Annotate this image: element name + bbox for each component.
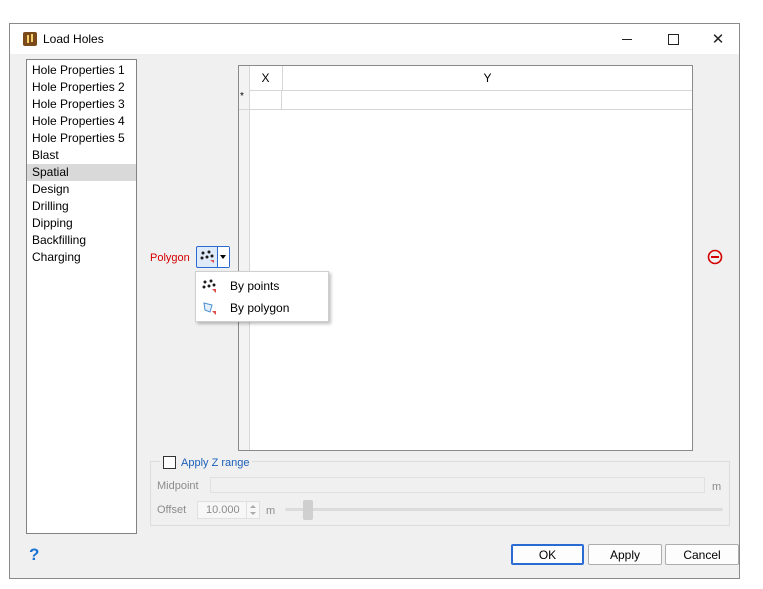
window-title: Load Holes	[43, 32, 104, 46]
new-row-cell-x[interactable]	[249, 90, 282, 109]
column-header-y[interactable]: Y	[283, 66, 692, 90]
midpoint-field[interactable]	[210, 477, 705, 493]
offset-value: 10.000	[206, 504, 240, 516]
offset-slider-thumb[interactable]	[303, 500, 313, 520]
maximize-button[interactable]	[650, 24, 696, 54]
chevron-down-icon[interactable]	[217, 247, 229, 267]
cancel-button[interactable]: Cancel	[665, 544, 739, 565]
menu-item-label: By points	[230, 279, 280, 293]
coordinates-table[interactable]: X Y *	[238, 65, 693, 451]
midpoint-label: Midpoint	[157, 480, 199, 492]
sidebar-item-blast[interactable]: Blast	[27, 147, 136, 164]
apply-z-range-checkbox[interactable]: Apply Z range	[160, 456, 253, 469]
polygon-mode-menu: By points By polygon	[195, 271, 329, 322]
offset-slider-track[interactable]	[285, 508, 723, 511]
checkbox-box[interactable]	[163, 456, 176, 469]
sidebar-item-charging[interactable]: Charging	[27, 249, 136, 266]
sidebar-item-hole-properties-3[interactable]: Hole Properties 3	[27, 96, 136, 113]
apply-button[interactable]: Apply	[588, 544, 662, 565]
by-polygon-icon	[203, 302, 216, 315]
sidebar-item-design[interactable]: Design	[27, 181, 136, 198]
polygon-label: Polygon	[150, 252, 190, 264]
sidebar-item-spatial[interactable]: Spatial	[27, 164, 136, 181]
sidebar-item-dipping[interactable]: Dipping	[27, 215, 136, 232]
load-holes-dialog: Load Holes ✕ Hole Properties 1 Hole Prop…	[9, 23, 740, 579]
offset-unit: m	[266, 505, 276, 517]
apply-z-range-label[interactable]: Apply Z range	[181, 457, 249, 469]
close-button[interactable]: ✕	[695, 24, 741, 54]
sidebar-item-hole-properties-5[interactable]: Hole Properties 5	[27, 130, 136, 147]
midpoint-unit: m	[712, 481, 722, 493]
minimize-button[interactable]	[604, 24, 650, 54]
help-icon[interactable]: ?	[29, 545, 39, 565]
offset-spinbox[interactable]: 10.000	[197, 501, 260, 519]
row-header-column	[239, 66, 250, 450]
sidebar-item-hole-properties-2[interactable]: Hole Properties 2	[27, 79, 136, 96]
new-row-marker: *	[240, 91, 244, 102]
offset-label: Offset	[157, 504, 187, 516]
category-list: Hole Properties 1 Hole Properties 2 Hole…	[26, 59, 137, 534]
spin-arrows-icon[interactable]	[246, 502, 259, 518]
close-icon: ✕	[711, 31, 725, 48]
sidebar-item-backfilling[interactable]: Backfilling	[27, 232, 136, 249]
menu-item-by-polygon[interactable]: By polygon	[196, 297, 328, 319]
menu-item-label: By polygon	[230, 301, 290, 315]
menu-item-by-points[interactable]: By points	[196, 275, 328, 297]
new-row[interactable]: *	[239, 90, 692, 110]
polygon-mode-button[interactable]	[196, 246, 230, 268]
remove-icon[interactable]	[707, 249, 723, 265]
sidebar-item-drilling[interactable]: Drilling	[27, 198, 136, 215]
by-points-icon	[202, 279, 216, 293]
ok-button[interactable]: OK	[511, 544, 584, 565]
column-header-x[interactable]: X	[249, 66, 283, 90]
sidebar-item-hole-properties-1[interactable]: Hole Properties 1	[27, 62, 136, 79]
sidebar-item-hole-properties-4[interactable]: Hole Properties 4	[27, 113, 136, 130]
load-holes-app-icon	[23, 32, 37, 46]
title-bar: Load Holes ✕	[10, 24, 739, 54]
by-points-icon	[200, 250, 214, 263]
table-header: X Y	[249, 66, 692, 91]
